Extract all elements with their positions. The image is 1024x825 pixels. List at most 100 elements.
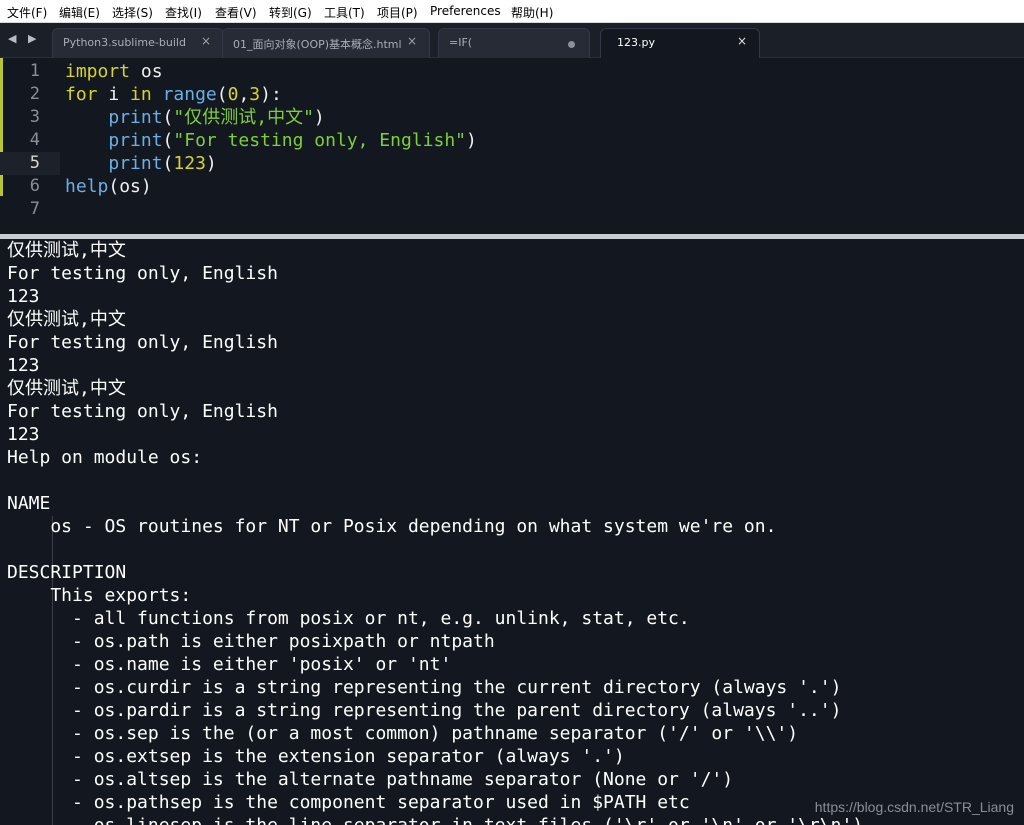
- output-line: - os.altsep is the alternate pathname se…: [7, 769, 734, 790]
- menu-item[interactable]: Preferences: [430, 4, 501, 18]
- output-line: Help on module os:: [7, 447, 203, 468]
- code-token: 0: [227, 84, 239, 105]
- line-number: 1: [29, 61, 40, 81]
- code-token: print: [108, 153, 163, 174]
- code-text: help(os): [65, 175, 152, 198]
- menu-item[interactable]: 查看(V): [215, 4, 257, 21]
- output-line: - os.pardir is a string representing the…: [7, 700, 842, 721]
- code-token: in: [130, 84, 152, 105]
- code-line[interactable]: 6 help(os): [0, 175, 1024, 198]
- line-number: 7: [29, 199, 40, 219]
- output-line: For testing only, English: [7, 263, 278, 284]
- line-number: 2: [29, 84, 40, 104]
- output-line: - all functions from posix or nt, e.g. u…: [7, 608, 690, 629]
- code-line[interactable]: 7: [0, 198, 1024, 221]
- output-line: 仅供测试,中文: [7, 240, 126, 261]
- code-token: os: [130, 61, 163, 82]
- line-number: 5: [29, 153, 40, 173]
- code-token: ):: [260, 84, 282, 105]
- tab-oop-html[interactable]: 01_面向对象(OOP)基本概念.html ×: [222, 28, 430, 58]
- menu-item[interactable]: 文件(F): [7, 4, 47, 21]
- output-line: This exports:: [7, 585, 192, 606]
- output-line: - os.pathsep is the component separator …: [7, 792, 690, 813]
- line-number: 3: [29, 107, 40, 127]
- output-line: - os.extsep is the extension separator (…: [7, 746, 625, 767]
- output-line: 仅供测试,中文: [7, 378, 126, 399]
- code-token: for: [65, 84, 98, 105]
- code-token: (os): [108, 176, 152, 197]
- output-line: 123: [7, 424, 40, 445]
- output-line: 123: [7, 355, 40, 376]
- code-token: "For testing only, English": [173, 130, 466, 151]
- code-line[interactable]: 1 import os: [0, 60, 1024, 83]
- code-token: ): [466, 130, 477, 151]
- code-text: print(123): [65, 152, 216, 175]
- line-number: 6: [29, 176, 40, 196]
- menu-item[interactable]: 查找(I): [165, 4, 202, 21]
- code-token: ,: [238, 84, 250, 105]
- output-line: - os.sep is the (or a most common) pathn…: [7, 723, 799, 744]
- menu-item[interactable]: 选择(S): [112, 4, 153, 21]
- close-icon[interactable]: ×: [201, 34, 211, 48]
- tab-123-py[interactable]: 123.py ×: [600, 28, 760, 58]
- code-text: print("For testing only, English"): [65, 129, 477, 152]
- build-output-panel[interactable]: 仅供测试,中文 For testing only, English 123 仅供测试,…: [0, 239, 1024, 825]
- output-line: 123: [7, 286, 40, 307]
- output-line: NAME: [7, 493, 51, 514]
- menu-item[interactable]: 编辑(E): [59, 4, 100, 21]
- code-token: print: [108, 107, 163, 128]
- tab-python3-sublime-build[interactable]: Python3.sublime-build ×: [52, 28, 224, 58]
- close-icon[interactable]: ×: [407, 34, 417, 48]
- tab-label: =IF(: [449, 36, 473, 49]
- menu-item[interactable]: 转到(G): [269, 4, 312, 21]
- output-line: DESCRIPTION: [7, 562, 127, 583]
- code-token: help: [65, 176, 109, 197]
- code-token: ): [313, 107, 325, 128]
- output-line: - os.linesep is the line separator in te…: [7, 814, 863, 825]
- output-line: - os.curdir is a string representing the…: [7, 677, 842, 698]
- code-token: 3: [249, 84, 261, 105]
- unsaved-dot-icon: [568, 41, 575, 48]
- code-line[interactable]: 3 print("仅供测试,中文"): [0, 106, 1024, 129]
- tab-label: 01_面向对象(OOP)基本概念.html: [233, 38, 402, 51]
- menu-item[interactable]: 帮助(H): [511, 4, 553, 21]
- output-line: - os.path is either posixpath or ntpath: [7, 631, 495, 652]
- tab-if-formula[interactable]: =IF(: [438, 28, 590, 58]
- tab-label: 123.py: [617, 36, 655, 49]
- tab-label: Python3.sublime-build: [63, 36, 186, 49]
- code-line[interactable]: 5 print(123): [0, 152, 1024, 175]
- code-token: print: [108, 130, 163, 151]
- code-token: "仅供测试,中文": [173, 107, 314, 128]
- tab-bar: ◀ ▶ Python3.sublime-build × 01_面向对象(OOP)…: [0, 23, 1024, 59]
- code-token: 123: [173, 153, 206, 174]
- code-text: print("仅供测试,中文"): [65, 106, 325, 129]
- code-token: i: [97, 84, 131, 105]
- output-line: For testing only, English: [7, 401, 278, 422]
- output-line: os - OS routines for NT or Posix dependi…: [7, 516, 777, 537]
- code-text: for i in range(0,3):: [65, 83, 282, 106]
- watermark: https://blog.csdn.net/STR_Liang: [814, 799, 1014, 815]
- menu-item[interactable]: 工具(T): [324, 4, 365, 21]
- output-line: - os.name is either 'posix' or 'nt': [7, 654, 452, 675]
- code-line[interactable]: 2 for i in range(0,3):: [0, 83, 1024, 106]
- close-icon[interactable]: ×: [737, 34, 747, 48]
- menu-item[interactable]: 项目(P): [377, 4, 418, 21]
- tab-nav-arrows-icon[interactable]: ◀ ▶: [8, 32, 40, 45]
- code-token: (: [162, 130, 174, 151]
- code-token: range: [162, 84, 217, 105]
- code-text: import os: [65, 60, 163, 83]
- code-token: (: [162, 153, 174, 174]
- menu-bar: 文件(F) 编辑(E) 选择(S) 查找(I) 查看(V) 转到(G) 工具(T) 项目(P)…: [0, 0, 1024, 23]
- code-token: import: [65, 61, 131, 82]
- code-token: (: [162, 107, 174, 128]
- code-token: (: [216, 84, 228, 105]
- code-line[interactable]: 4 print("For testing only, English"): [0, 129, 1024, 152]
- output-line: 仅供测试,中文: [7, 309, 126, 330]
- output-line: For testing only, English: [7, 332, 278, 353]
- code-editor[interactable]: 1 import os 2 for i in range(0,3): 3 print("…: [0, 58, 1024, 234]
- line-number: 4: [29, 130, 40, 150]
